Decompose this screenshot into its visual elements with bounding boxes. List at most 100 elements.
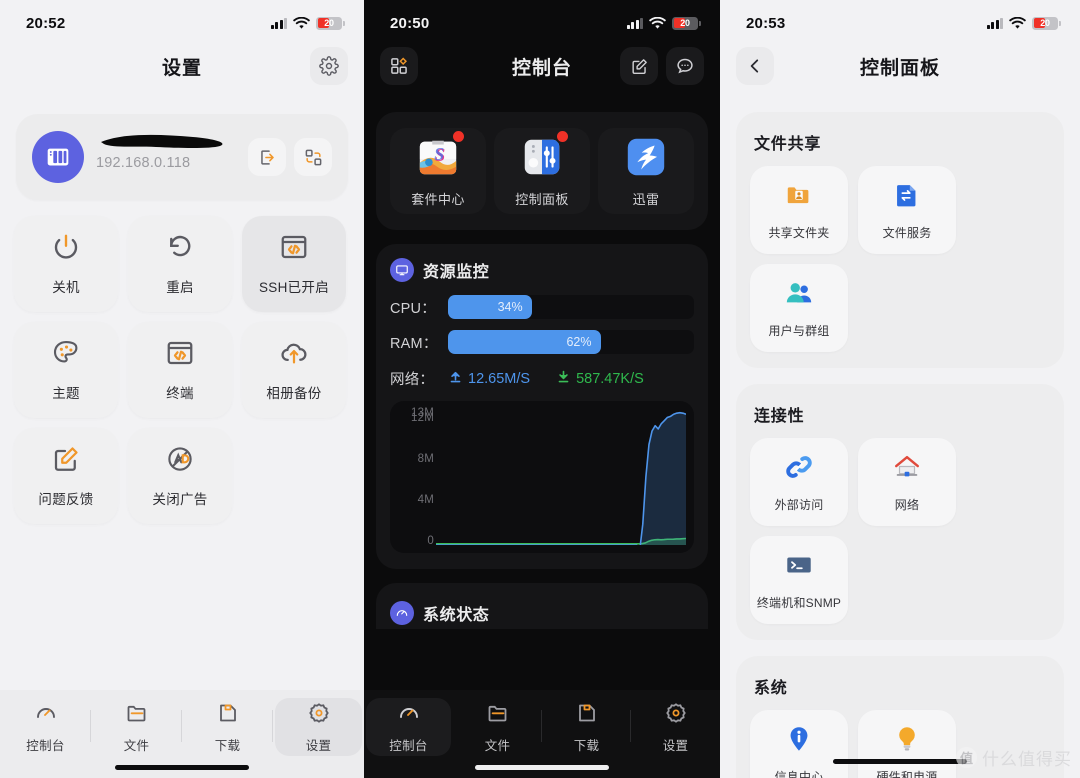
edit-icon[interactable]: [620, 47, 658, 85]
home-indicator: [115, 765, 249, 770]
settings-tile-feedback[interactable]: 问题反馈: [14, 428, 118, 524]
settings-tile-shutdown[interactable]: 关机: [14, 216, 118, 312]
three-phone-screenshots: 20:52 20 设置 192.168.0.118 关机 重启 SSH已开启 主…: [0, 0, 1080, 778]
upload-speed: 12.65M/S: [448, 369, 530, 389]
cp-tile-hardware-power[interactable]: 硬件和电源: [858, 710, 956, 778]
chart-plot-area: [436, 409, 686, 545]
section-grid: 外部访问 网络 终端机和SNMP: [750, 438, 1050, 624]
cp-tile-label: 文件服务: [882, 225, 932, 240]
home-indicator: [475, 765, 609, 770]
monitor-header: 资源监控: [390, 258, 694, 282]
cp-tile-label: 共享文件夹: [768, 225, 830, 240]
cp-tile-info-center[interactable]: 信息中心: [750, 710, 848, 778]
tab-label: 文件: [123, 738, 150, 753]
section-title: 系统: [754, 680, 788, 697]
network-label: 网络：: [390, 372, 435, 388]
status-clock: 20:52: [26, 14, 66, 32]
grid-apps-icon[interactable]: [380, 47, 418, 85]
file-service-icon: [892, 180, 922, 215]
package-center-icon: S S: [415, 129, 466, 180]
tab-label: 设置: [662, 738, 689, 753]
status-clock: 20:53: [746, 14, 786, 32]
bottom-tab-bar: 控制台 文件 下载 设置: [364, 690, 720, 778]
settings-tile-label: 终端: [166, 386, 194, 401]
cp-tile-label: 用户与群组: [768, 323, 830, 338]
device-info: 192.168.0.118: [96, 134, 248, 171]
tab-label: 文件: [484, 738, 511, 753]
status-indicators: 20: [626, 16, 701, 30]
app-control-panel[interactable]: 控制面板: [494, 128, 590, 214]
apps-card: S S 套件中心 控制面板 迅雷: [376, 112, 708, 230]
control-panel-icon: [519, 129, 570, 180]
apps-row: S S 套件中心 控制面板 迅雷: [386, 128, 698, 214]
tab-console[interactable]: 控制台: [2, 698, 91, 756]
cp-tile-users-groups[interactable]: 用户与群组: [750, 264, 848, 352]
battery-level: 20: [1040, 18, 1050, 28]
shared-folder-icon: [784, 180, 814, 215]
folder-icon: [486, 701, 510, 730]
cp-tile-shared-folder[interactable]: 共享文件夹: [750, 166, 848, 254]
bulb-icon: [892, 724, 922, 759]
section-file-sharing: 文件共享 共享文件夹 文件服务 用户与群组: [736, 112, 1064, 368]
cp-tile-label: 硬件和电源: [876, 769, 938, 778]
settings-tile-theme[interactable]: 主题: [14, 322, 118, 418]
cp-tile-network[interactable]: 网络: [858, 438, 956, 526]
chat-icon[interactable]: [666, 47, 704, 85]
tab-files[interactable]: 文件: [455, 698, 542, 756]
gear-icon[interactable]: [310, 47, 348, 85]
cpu-progress-track: 34%: [448, 295, 694, 319]
status-indicators: 20: [270, 16, 345, 30]
download-icon: [575, 701, 599, 730]
chart-svg: [436, 409, 686, 545]
dashboard-icon: [34, 701, 58, 730]
watermark-text: 什么值得买: [982, 750, 1072, 769]
app-xunlei[interactable]: 迅雷: [598, 128, 694, 214]
settings-tile-photo-backup[interactable]: 相册备份: [242, 322, 346, 418]
switch-device-icon[interactable]: [294, 138, 332, 176]
tab-download[interactable]: 下载: [544, 698, 631, 756]
device-actions: [248, 138, 332, 176]
ram-progress-fill: 62%: [448, 330, 601, 354]
app-label: 迅雷: [632, 192, 660, 207]
cp-tile-label: 外部访问: [774, 497, 824, 512]
logout-icon[interactable]: [248, 138, 286, 176]
network-chart: 13M 12M 8M 4M 0: [390, 401, 694, 553]
status-clock: 20:50: [390, 14, 430, 32]
tab-settings[interactable]: 设置: [633, 698, 718, 756]
edit-square-icon: [51, 444, 81, 479]
section-grid: 共享文件夹 文件服务 用户与群组: [750, 166, 1050, 352]
tab-files[interactable]: 文件: [93, 698, 182, 756]
tab-settings[interactable]: 设置: [275, 698, 362, 756]
cpu-value: 34%: [497, 300, 523, 314]
panel-console: 20:50 20 控制台 S S 套件中心 控制面板 迅雷 资源监控 CPU： …: [364, 0, 720, 778]
device-card[interactable]: 192.168.0.118: [16, 114, 348, 200]
cellular-signal-icon: [626, 17, 643, 29]
page-title: 控制面板: [859, 57, 940, 79]
tab-download[interactable]: 下载: [184, 698, 273, 756]
tab-console[interactable]: 控制台: [366, 698, 451, 756]
settings-tile-terminal[interactable]: 终端: [128, 322, 232, 418]
status-indicators: 20: [986, 16, 1061, 30]
xunlei-icon: [623, 134, 669, 180]
redacted-device-name: [101, 134, 223, 148]
download-arrow-icon: [556, 369, 571, 389]
nav-header: 控制台: [364, 38, 720, 94]
ram-progress-track: 62%: [448, 330, 694, 354]
cp-tile-terminal-snmp[interactable]: 终端机和SNMP: [750, 536, 848, 624]
chevron-left-icon[interactable]: [736, 47, 774, 85]
device-ip: 192.168.0.118: [96, 155, 191, 171]
y-tick: 4M: [417, 494, 434, 506]
settings-tile-label: SSH已开启: [258, 280, 330, 295]
settings-tile-ssh[interactable]: SSH已开启: [242, 216, 346, 312]
system-status-card-peek[interactable]: 系统状态: [376, 583, 708, 629]
status-bar: 20:53 20: [720, 0, 1080, 38]
cp-tile-external-access[interactable]: 外部访问: [750, 438, 848, 526]
power-icon: [51, 232, 81, 267]
app-package-center[interactable]: S S 套件中心: [390, 128, 486, 214]
cp-tile-file-service[interactable]: 文件服务: [858, 166, 956, 254]
terminal-icon: [784, 550, 814, 585]
settings-tile-grid: 关机 重启 SSH已开启 主题 终端 相册备份 问题反馈 关闭广告: [0, 200, 364, 524]
settings-tile-restart[interactable]: 重启: [128, 216, 232, 312]
settings-tile-close-ads[interactable]: 关闭广告: [128, 428, 232, 524]
settings-tile-label: 问题反馈: [38, 492, 94, 507]
